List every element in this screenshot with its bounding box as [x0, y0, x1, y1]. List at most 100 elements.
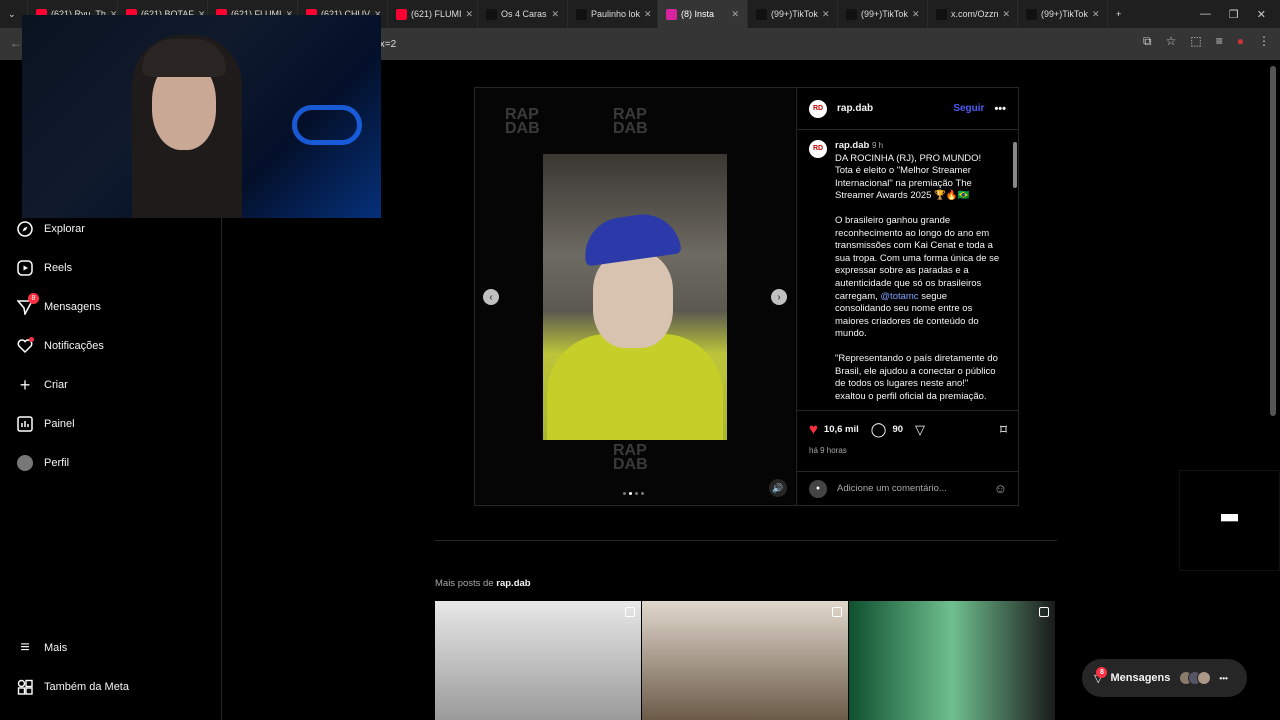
messenger-icon: ▽ 8	[1094, 666, 1108, 685]
sidebar-item-mensagens[interactable]: 8 Mensagens	[16, 293, 101, 316]
plus-icon: +	[1116, 9, 1122, 19]
close-tab-icon[interactable]: ✕	[551, 9, 559, 20]
sidebar-item-meta[interactable]: Também da Meta	[16, 678, 129, 696]
favicon-icon	[756, 8, 767, 20]
reading-list-icon[interactable]: ≡	[1216, 34, 1223, 49]
sidebar-item-perfil[interactable]: Perfil	[16, 454, 69, 472]
minimize-icon[interactable]: —	[1200, 8, 1211, 21]
sidebar-item-label: Mensagens	[44, 301, 101, 313]
caption-paragraph: O brasileiro ganhou grande reconheciment…	[835, 215, 1001, 341]
more-posts-heading: Mais posts de rap.dab	[435, 578, 531, 589]
avatar[interactable]: RD	[809, 99, 827, 118]
avatar	[1197, 671, 1212, 685]
close-tab-icon[interactable]: ✕	[1003, 9, 1011, 20]
post-thumbnail[interactable]	[435, 601, 641, 720]
sidebar-item-mais[interactable]: ≡ Mais	[16, 639, 67, 657]
tab-title: (99+)TikTok	[1041, 9, 1088, 19]
post-media[interactable]: RAP DAB RAP DAB RAP DAB ‹ › 🔊	[475, 88, 795, 505]
heart-filled-icon[interactable]: ♥	[809, 421, 818, 438]
extensions-icon[interactable]: ⬚	[1190, 34, 1201, 49]
share-icon[interactable]: ▽	[915, 422, 925, 438]
star-icon[interactable]: ☆	[1166, 34, 1177, 49]
comment-bar: ● Adicione um comentário... ☺	[797, 471, 1019, 505]
mention-link[interactable]: @totamc	[880, 291, 918, 302]
next-arrow-button[interactable]: ›	[771, 289, 787, 305]
profile-avatar-icon[interactable]: ●	[1237, 34, 1244, 49]
caption-scrollbar[interactable]	[1011, 130, 1019, 410]
cast-icon[interactable]: ⧉	[1143, 34, 1152, 49]
comment-icon[interactable]: ◯	[871, 421, 887, 438]
favicon-icon	[486, 8, 497, 20]
close-tab-icon[interactable]: ✕	[644, 9, 652, 20]
close-tab-icon[interactable]: ✕	[466, 9, 474, 20]
more-icon: •••	[1219, 673, 1228, 683]
new-tab-button[interactable]: +	[1108, 0, 1136, 28]
tab-title: (99+)TikTok	[771, 9, 818, 19]
browser-tab[interactable]: Paulinho lok ✕	[568, 0, 658, 28]
sidebar-item-explorar[interactable]: Explorar	[16, 220, 85, 238]
post-username[interactable]: rap.dab	[837, 103, 873, 114]
browser-tab[interactable]: (99+)TikTok ✕	[1018, 0, 1108, 28]
browser-tab[interactable]: (99+)TikTok ✕	[838, 0, 928, 28]
close-window-icon[interactable]: ✕	[1257, 8, 1266, 21]
prev-arrow-button[interactable]: ‹	[483, 289, 499, 305]
webcam-overlay	[22, 15, 381, 218]
browser-tab[interactable]: (99+)TikTok ✕	[748, 0, 838, 28]
posted-time: há 9 horas	[809, 446, 847, 455]
watermark: RAP DAB	[505, 106, 540, 137]
browser-tab[interactable]: x.com/Ozzn ✕	[928, 0, 1018, 28]
caption-time: 9 h	[871, 141, 884, 150]
more-posts-user[interactable]: rap.dab	[496, 578, 530, 589]
favicon-icon	[576, 8, 587, 20]
avatar[interactable]: RD	[809, 140, 827, 158]
neon-light	[292, 105, 362, 145]
back-icon[interactable]: ←	[10, 36, 22, 50]
sidebar-item-reels[interactable]: Reels	[16, 259, 72, 277]
compass-icon	[16, 220, 34, 238]
sidebar-item-label: Também da Meta	[44, 681, 129, 693]
more-posts-prefix: Mais posts de	[435, 578, 494, 589]
comments-count: 90	[892, 424, 904, 435]
post-actions: ♥ 10,6 mil ◯ 90 ▽ ⌑ há 9 horas	[797, 410, 1019, 455]
close-tab-icon[interactable]: ✕	[912, 9, 920, 20]
favicon-icon	[846, 8, 857, 20]
sidebar-item-painel[interactable]: Painel	[16, 415, 75, 433]
menu-icon: ≡	[20, 639, 30, 656]
close-tab-icon[interactable]: ✕	[731, 9, 739, 20]
sidebar-item-notificacoes[interactable]: Notificações	[16, 337, 104, 355]
emoji-icon[interactable]: ☺	[994, 481, 1007, 496]
restore-icon[interactable]: ❐	[1229, 8, 1239, 21]
more-posts-grid	[435, 601, 1055, 720]
caption-username[interactable]: rap.dab	[835, 140, 869, 151]
address-bar[interactable]: lex=2	[372, 34, 1108, 54]
favicon-icon	[396, 8, 407, 20]
close-tab-icon[interactable]: ✕	[1092, 9, 1100, 20]
floating-overlay[interactable]: ▀▀	[1179, 470, 1280, 571]
post-thumbnail[interactable]	[642, 601, 848, 720]
volume-icon[interactable]: 🔊	[769, 479, 787, 497]
browser-tab[interactable]: (8) Insta ✕	[658, 0, 748, 28]
close-tab-icon[interactable]: ✕	[822, 9, 830, 20]
caption-paragraph: "Representando o país diretamente do Bra…	[835, 352, 998, 402]
kebab-menu-icon[interactable]: ⋮	[1258, 34, 1270, 49]
dashboard-icon	[16, 415, 34, 433]
messages-pill[interactable]: ▽ 8 Mensagens •••	[1082, 659, 1247, 697]
notification-badge: 8	[28, 293, 39, 304]
sidebar-item-criar[interactable]: + Criar	[16, 375, 68, 395]
browser-tab[interactable]: (621) FLUMI ✕	[388, 0, 478, 28]
sidebar-item-label: Painel	[44, 418, 75, 430]
more-options-icon[interactable]: •••	[994, 103, 1006, 115]
toolbar-icons: ⧉ ☆ ⬚ ≡ ● ⋮	[1143, 34, 1270, 49]
browser-tab[interactable]: Os 4 Caras ✕	[478, 0, 568, 28]
post-thumbnail[interactable]	[849, 601, 1055, 720]
video-frame[interactable]	[543, 154, 727, 440]
sidebar-item-label: Notificações	[44, 340, 104, 352]
caption: RD rap.dab 9 h DA ROCINHA (RJ), PRO MUND…	[809, 140, 1001, 402]
page-scrollbar[interactable]	[1270, 66, 1276, 416]
comment-input[interactable]: Adicione um comentário...	[837, 483, 984, 494]
bookmark-icon[interactable]: ⌑	[1000, 422, 1007, 438]
avatar: ●	[809, 479, 827, 498]
face-shape	[593, 252, 673, 348]
watermark: RAP DAB	[613, 442, 648, 473]
follow-button[interactable]: Seguir	[953, 103, 984, 114]
